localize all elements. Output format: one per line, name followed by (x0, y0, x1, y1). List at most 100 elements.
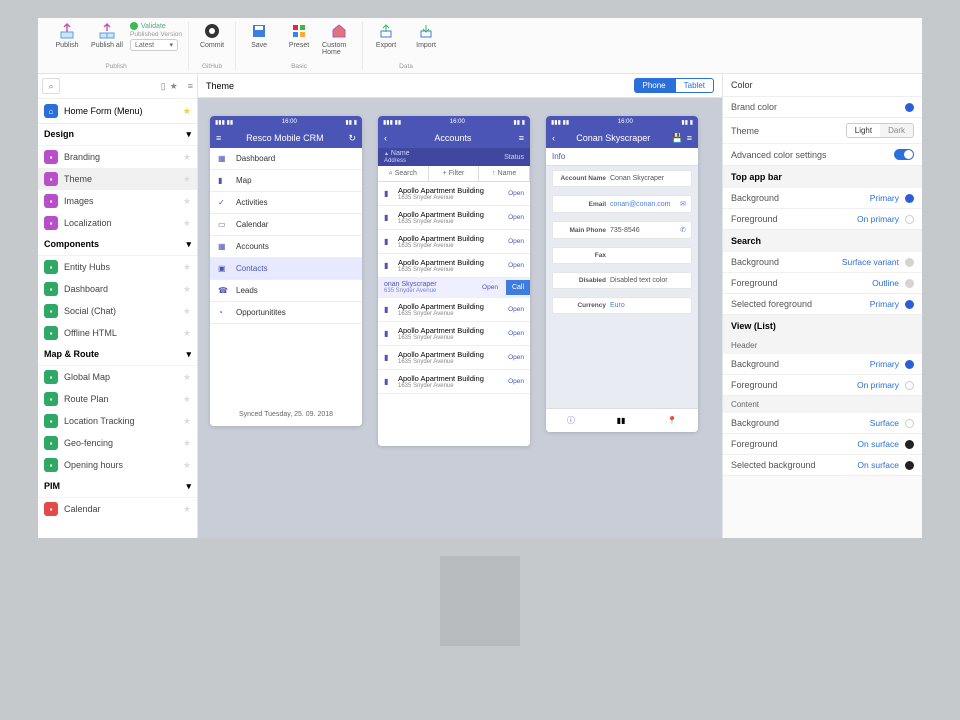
search-button[interactable]: ⌕ (42, 78, 60, 94)
sidebar-item[interactable]: ▪Calendar★ (38, 498, 197, 520)
color-swatch (905, 381, 914, 390)
save-button[interactable]: Save (242, 22, 276, 56)
search-chip[interactable]: ⌕ Search (378, 166, 429, 181)
validate-button[interactable]: Validate (130, 22, 182, 30)
sidebar-item[interactable]: ▪Offline HTML★ (38, 322, 197, 344)
sidebar-section[interactable]: PIM▾ (38, 476, 197, 498)
menu-item[interactable]: ▮Map (210, 170, 362, 192)
commit-button[interactable]: Commit (195, 22, 229, 49)
color-swatch (905, 258, 914, 267)
menu-icon[interactable]: ≡ (188, 81, 193, 92)
menu-item[interactable]: ◔Opportunitites (210, 302, 362, 324)
theme-mode-row: Theme LightDark (723, 118, 922, 144)
color-row[interactable]: Selected backgroundOn surface (723, 455, 922, 476)
sidebar-item[interactable]: ▪Dashboard★ (38, 278, 197, 300)
info-tab-icon[interactable]: ⓘ (567, 415, 575, 426)
advanced-toggle[interactable] (894, 149, 914, 160)
menu-item[interactable]: ▣Contacts (210, 258, 362, 280)
sidebar-item[interactable]: ▪Location Tracking★ (38, 410, 197, 432)
item-icon: ▪ (44, 414, 58, 428)
version-select[interactable]: Latest▾ (130, 39, 178, 51)
menu-item[interactable]: ▦Accounts (210, 236, 362, 258)
color-row[interactable]: ForegroundOn surface (723, 434, 922, 455)
sidebar-item[interactable]: ▪Global Map★ (38, 366, 197, 388)
menu-item[interactable]: ✓Activities (210, 192, 362, 214)
color-row[interactable]: BackgroundSurface variant (723, 252, 922, 273)
app-title: Resco Mobile CRM (225, 133, 344, 143)
ribbon: Publish Publish all Validate Published V… (38, 18, 922, 74)
map-tab-icon[interactable]: ▮▮ (617, 416, 626, 425)
list-row[interactable]: ▮Apollo Apartment Building1635 Snyder Av… (378, 254, 530, 278)
sidebar-item[interactable]: ▪Social (Chat)★ (38, 300, 197, 322)
item-label: Social (Chat) (64, 306, 116, 316)
building-icon: ▮ (384, 305, 394, 314)
home-form-item[interactable]: ⌂ Home Form (Menu) ★ (38, 99, 197, 124)
item-label: Global Map (64, 372, 110, 382)
publish-button[interactable]: Publish (50, 22, 84, 51)
form-field[interactable]: Fax (552, 247, 692, 264)
color-row[interactable]: BackgroundPrimary (723, 188, 922, 209)
back-icon: ‹ (384, 133, 387, 143)
form-field[interactable]: Emailconan@conan.com✉ (552, 195, 692, 213)
item-label: Opening hours (64, 460, 123, 470)
list-row[interactable]: ▮Apollo Apartment Building1635 Snyder Av… (378, 298, 530, 322)
item-icon: ▪ (44, 502, 58, 516)
group-caption: Basic (291, 63, 307, 70)
sidebar-item[interactable]: ▪Geo-fencing★ (38, 432, 197, 454)
sort-chip[interactable]: ↑ Name (479, 166, 530, 181)
form-field[interactable]: Account NameConan Skycraper (552, 170, 692, 187)
list-row[interactable]: ▮Apollo Apartment Building1635 Snyder Av… (378, 370, 530, 394)
publish-all-button[interactable]: Publish all (90, 22, 124, 51)
theme-segmented[interactable]: LightDark (846, 123, 914, 138)
list-row[interactable]: ▮Apollo Apartment Building1635 Snyder Av… (378, 322, 530, 346)
import-button[interactable]: Import (409, 22, 443, 49)
sidebar-section[interactable]: Design▾ (38, 124, 197, 146)
info-tab[interactable]: Info (546, 148, 698, 166)
preset-button[interactable]: Preset (282, 22, 316, 56)
sidebar-item[interactable]: ▪Opening hours★ (38, 454, 197, 476)
form-field[interactable]: DisabledDisabled text color (552, 272, 692, 289)
list-row[interactable]: ▮Apollo Apartment Building1635 Snyder Av… (378, 230, 530, 254)
export-button[interactable]: Export (369, 22, 403, 49)
props-panel: Color Brand color Theme LightDark Advanc… (722, 74, 922, 538)
call-button[interactable]: Call (506, 280, 530, 295)
sidebar-item[interactable]: ▪Images★ (38, 190, 197, 212)
list-row[interactable]: ▮Apollo Apartment Building1635 Snyder Av… (378, 346, 530, 370)
star-icon[interactable]: ★ (170, 81, 178, 92)
device-icon[interactable]: ▯ (161, 81, 166, 92)
sidebar-item[interactable]: ▪Localization★ (38, 212, 197, 234)
item-label: Calendar (64, 504, 101, 514)
seg-phone[interactable]: Phone (634, 78, 675, 93)
menu-item[interactable]: ▦Dashboard (210, 148, 362, 170)
sidebar-item[interactable]: ▪Route Plan★ (38, 388, 197, 410)
sidebar-item[interactable]: ▪Branding★ (38, 146, 197, 168)
menu-icon: ▦ (218, 242, 228, 251)
sidebar-section[interactable]: Components▾ (38, 234, 197, 256)
color-row[interactable]: BackgroundSurface (723, 413, 922, 434)
color-row[interactable]: BackgroundPrimary (723, 354, 922, 375)
custom-home-button[interactable]: Custom Home (322, 22, 356, 56)
color-row[interactable]: ForegroundOn primary (723, 209, 922, 230)
form-field[interactable]: Main Phone735-8546✆ (552, 221, 692, 239)
menu-item[interactable]: ☎Leads (210, 280, 362, 302)
device-segmented[interactable]: Phone Tablet (634, 78, 715, 93)
sidebar-section[interactable]: Map & Route▾ (38, 344, 197, 366)
form-field[interactable]: CurrencyEuro (552, 297, 692, 314)
building-icon: ▮ (384, 329, 394, 338)
filter-chip[interactable]: + Filter (429, 166, 480, 181)
seg-tablet[interactable]: Tablet (675, 78, 714, 93)
menu-item[interactable]: ▭Calendar (210, 214, 362, 236)
star-icon: ★ (183, 174, 191, 185)
chevron-down-icon: ▾ (186, 349, 191, 360)
list-title: Accounts (391, 133, 515, 143)
sidebar-item[interactable]: ▪Theme★ (38, 168, 197, 190)
building-icon: ▮ (384, 377, 394, 386)
sidebar-item[interactable]: ▪Entity Hubs★ (38, 256, 197, 278)
color-row[interactable]: Selected foregroundPrimary (723, 294, 922, 315)
list-row[interactable]: ▮Apollo Apartment Building1635 Snyder Av… (378, 206, 530, 230)
color-row[interactable]: ForegroundOn primary (723, 375, 922, 396)
color-row[interactable]: ForegroundOutline (723, 273, 922, 294)
list-row[interactable]: ▮Apollo Apartment Building1635 Snyder Av… (378, 182, 530, 206)
brand-color-row[interactable]: Brand color (723, 97, 922, 118)
location-tab-icon[interactable]: 📍 (667, 416, 677, 425)
